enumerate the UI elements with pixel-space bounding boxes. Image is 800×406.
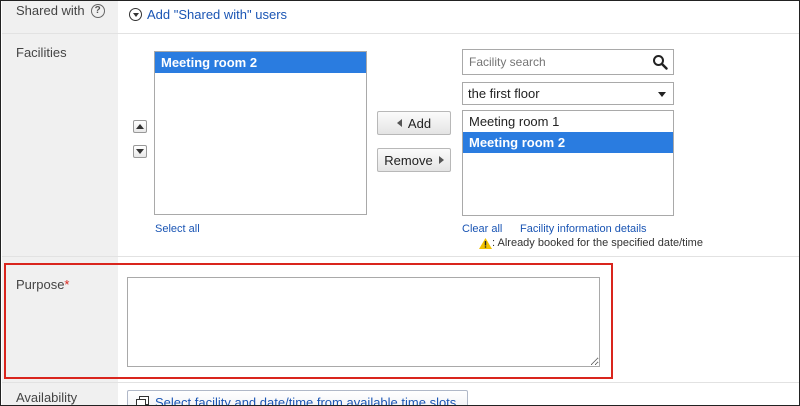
clear-all-link[interactable]: Clear all <box>462 223 502 235</box>
row-divider <box>2 256 799 257</box>
available-facilities-list[interactable]: Meeting room 1 Meeting room 2 <box>462 110 674 216</box>
facilities-label-cell <box>2 34 118 256</box>
row-divider <box>2 33 799 34</box>
select-from-time-slots-button[interactable]: Select facility and date/time from avail… <box>127 390 468 405</box>
available-facility-option[interactable]: Meeting room 1 <box>463 111 673 132</box>
row-divider <box>2 382 799 383</box>
required-mark: * <box>64 277 70 292</box>
arrow-left-icon <box>396 119 402 127</box>
move-up-button[interactable] <box>133 120 147 133</box>
arrow-down-icon <box>136 149 144 154</box>
warning-icon <box>479 237 492 249</box>
facility-information-link[interactable]: Facility information details <box>520 223 647 235</box>
remove-button[interactable]: Remove <box>377 148 451 172</box>
selected-facilities-list[interactable]: Meeting room 2 <box>154 51 367 215</box>
arrow-up-icon <box>136 124 144 129</box>
move-down-button[interactable] <box>133 145 147 158</box>
question-circle-icon[interactable]: ? <box>90 3 105 18</box>
facility-group-select[interactable]: the first floor <box>462 82 674 105</box>
chevron-down-icon <box>658 92 666 97</box>
add-shared-with-users-link[interactable]: Add "Shared with" users <box>129 7 287 22</box>
facilities-label: Facilities <box>16 45 67 60</box>
add-button[interactable]: Add <box>377 111 451 135</box>
facility-search-input[interactable] <box>463 50 649 74</box>
schedule-form: Shared with ? Add "Shared with" users Fa… <box>0 0 800 406</box>
selected-facility-option[interactable]: Meeting room 2 <box>155 52 366 73</box>
shared-with-label: Shared with ? <box>16 3 105 18</box>
select-all-link[interactable]: Select all <box>155 223 200 235</box>
facility-search-box <box>462 49 674 75</box>
copy-window-icon <box>136 395 149 405</box>
purpose-textarea[interactable] <box>127 277 600 367</box>
arrow-right-icon <box>438 156 444 164</box>
expand-circle-icon <box>129 8 142 21</box>
purpose-label-cell <box>2 257 118 382</box>
available-facility-option[interactable]: Meeting room 2 <box>463 132 673 153</box>
purpose-label: Purpose* <box>16 277 70 292</box>
booked-notice: : Already booked for the specified date/… <box>479 237 703 249</box>
availability-label: Availability <box>16 390 78 405</box>
search-icon[interactable] <box>652 54 668 70</box>
